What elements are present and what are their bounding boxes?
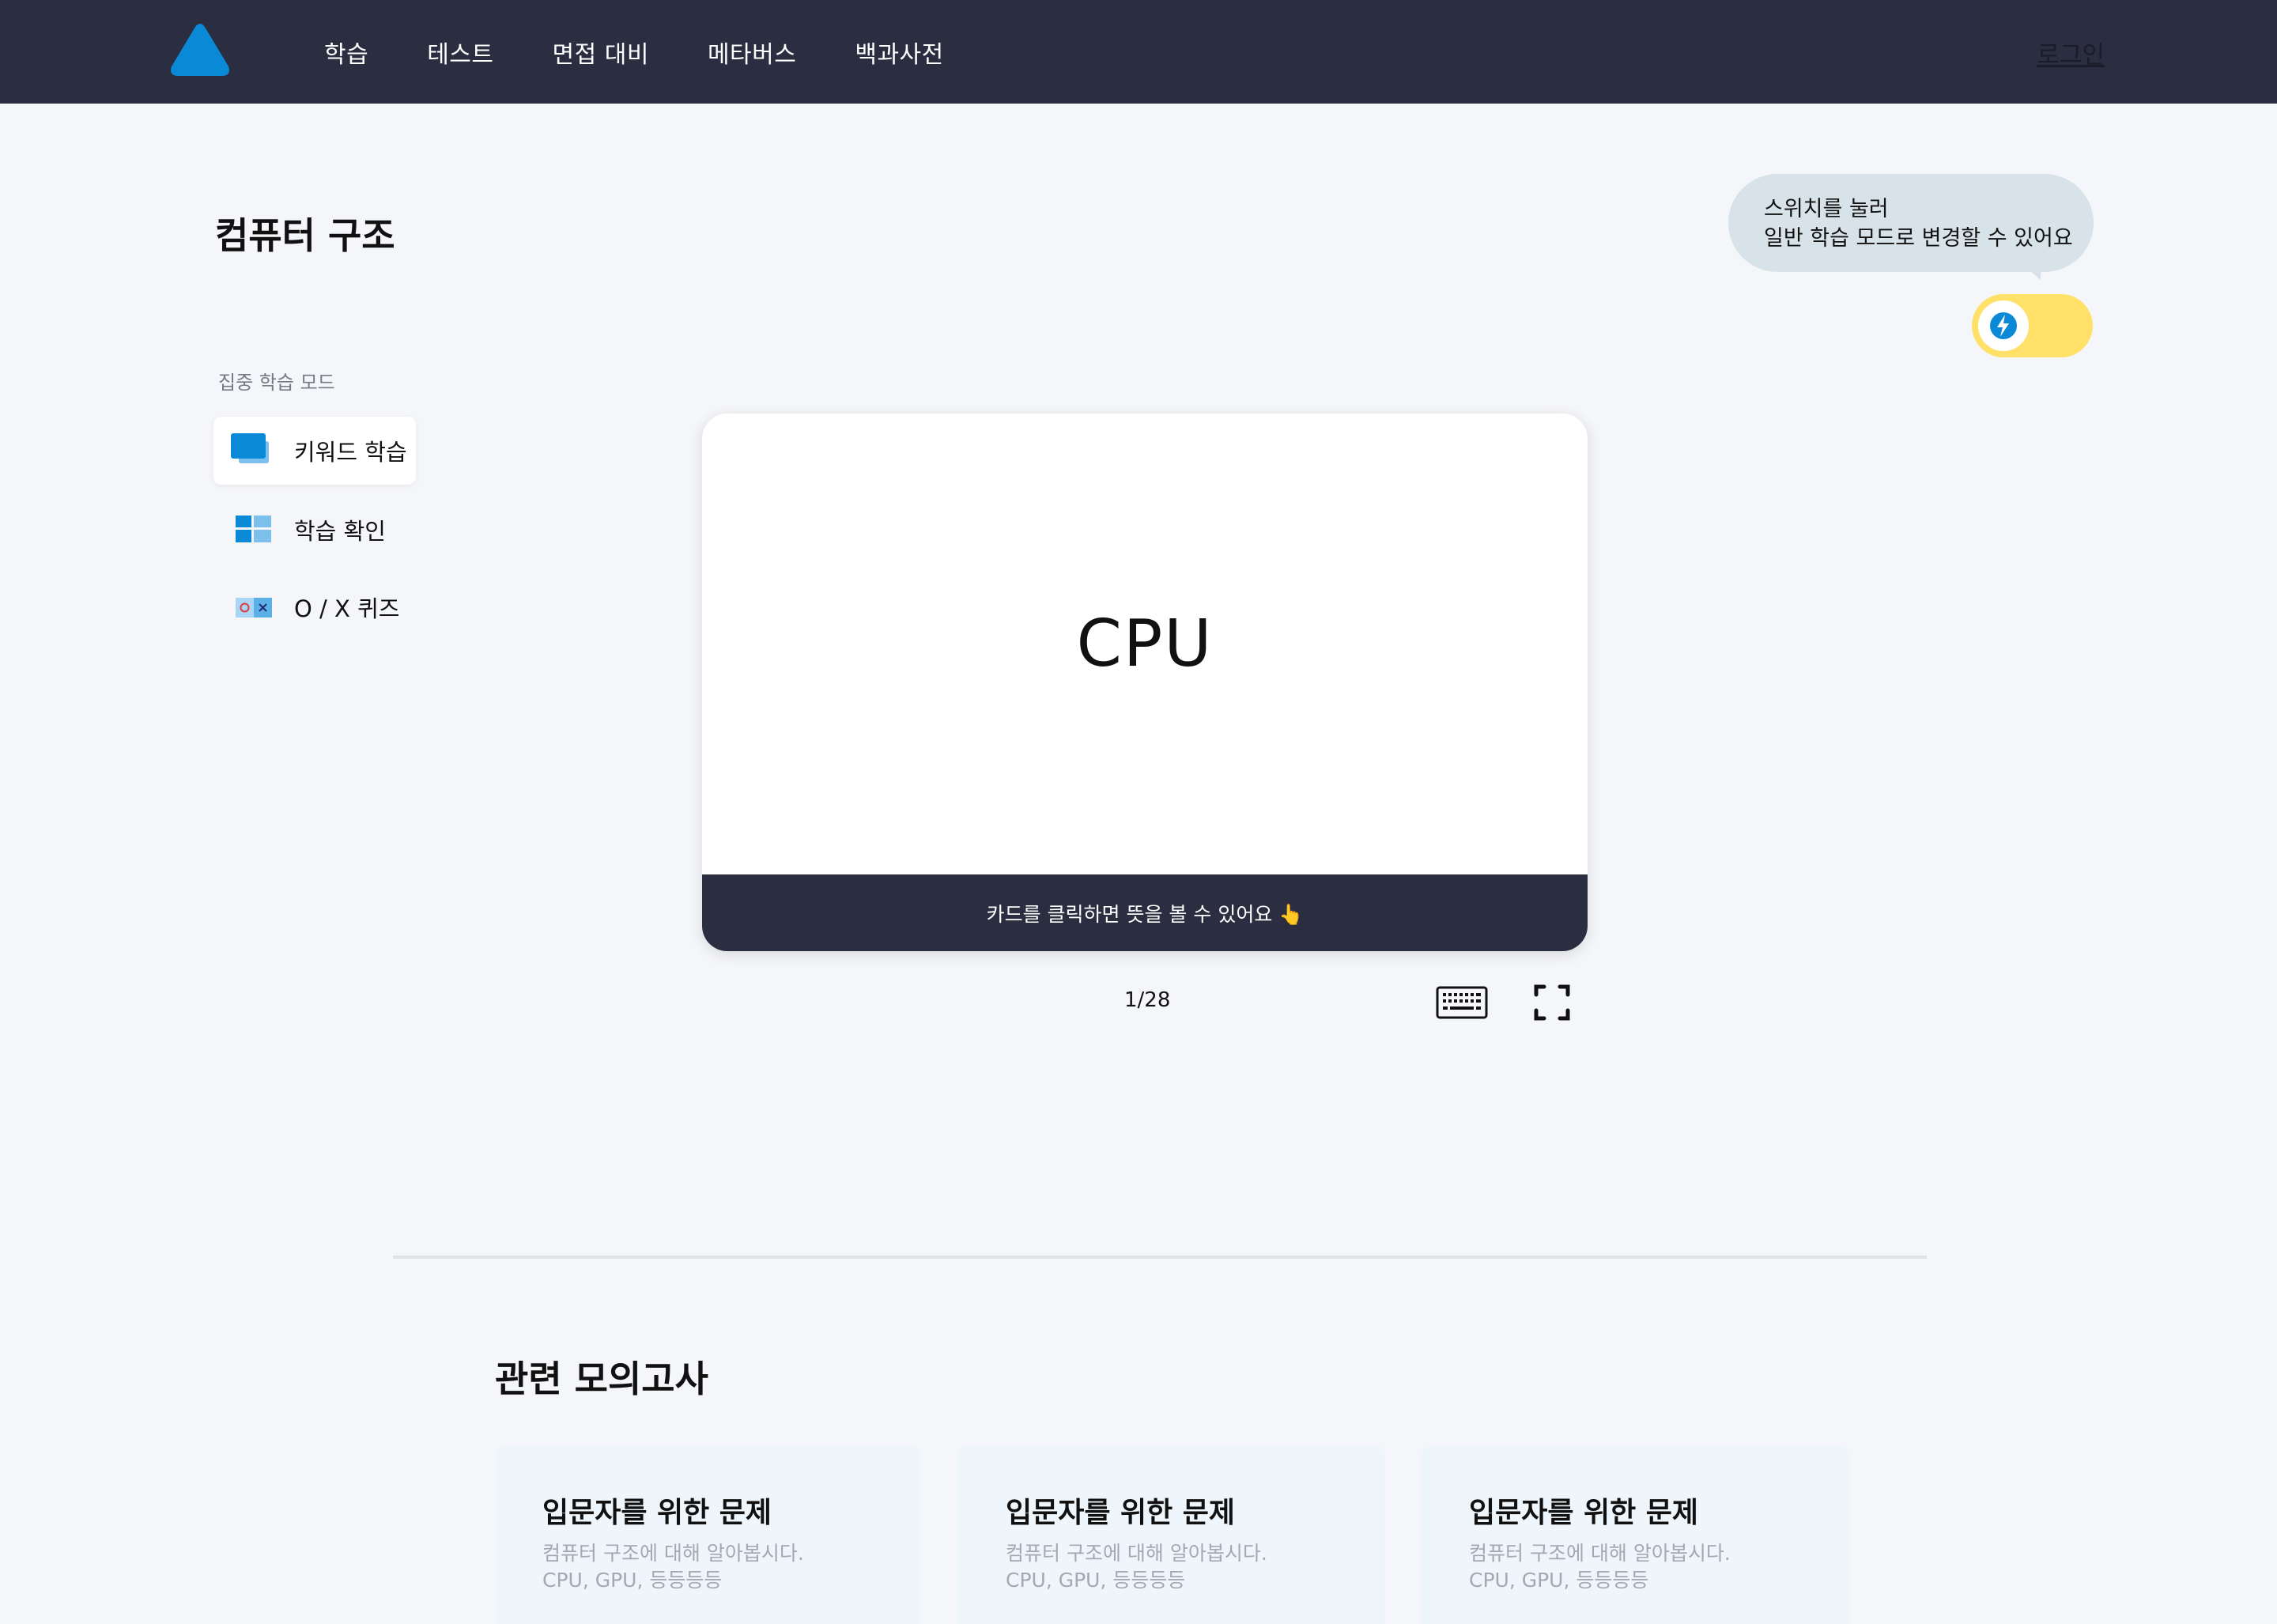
section-divider xyxy=(393,1256,1927,1259)
study-mode-toggle[interactable] xyxy=(1972,294,2093,357)
card-keyword: CPU xyxy=(1076,606,1214,682)
exam-title: 입문자를 위한 문제 xyxy=(1469,1497,1699,1529)
page-title: 컴퓨터 구조 xyxy=(215,214,395,257)
fullscreen-icon[interactable] xyxy=(1534,984,1570,1022)
exam-title: 입문자를 위한 문제 xyxy=(1006,1497,1236,1529)
exam-desc-line-2: CPU, GPU, 등등등등 xyxy=(542,1569,723,1592)
nav-item-interview[interactable]: 면접 대비 xyxy=(553,35,649,70)
related-exams-title: 관련 모의고사 xyxy=(495,1358,708,1400)
lightning-icon xyxy=(1990,312,2017,339)
ox-quiz-icon xyxy=(236,598,272,617)
main-nav: 학습 테스트 면접 대비 메타버스 백과사전 xyxy=(324,0,1003,104)
login-button[interactable]: 로그인 xyxy=(2037,35,2105,70)
exam-description: 컴퓨터 구조에 대해 알아봅시다. CPU, GPU, 등등등등 xyxy=(1006,1540,1267,1594)
sidebar-item-keyword-study[interactable]: 키워드 학습 xyxy=(213,417,416,485)
exam-description: 컴퓨터 구조에 대해 알아봅시다. CPU, GPU, 등등등등 xyxy=(542,1540,804,1594)
sidebar-item-review[interactable]: 학습 확인 xyxy=(213,496,416,564)
card-hint: 카드를 클릭하면 뜻을 볼 수 있어요 👆 xyxy=(702,874,1588,951)
nav-item-learn[interactable]: 학습 xyxy=(324,35,368,70)
nav-item-metaverse[interactable]: 메타버스 xyxy=(708,35,796,70)
sidebar-item-label: 키워드 학습 xyxy=(294,439,407,466)
logo-icon[interactable] xyxy=(169,22,231,77)
flash-card[interactable]: CPU 카드를 클릭하면 뜻을 볼 수 있어요 👆 xyxy=(702,414,1588,951)
sidebar-item-ox-quiz[interactable]: O / X 퀴즈 xyxy=(213,573,416,641)
top-nav-bar: 학습 테스트 면접 대비 메타버스 백과사전 로그인 xyxy=(0,0,2277,104)
exam-desc-line-1: 컴퓨터 구조에 대해 알아봅시다. xyxy=(542,1542,804,1565)
bubble-line-2: 일반 학습 모드로 변경할 수 있어요 xyxy=(1764,226,2073,251)
exam-desc-line-2: CPU, GPU, 등등등등 xyxy=(1006,1569,1186,1592)
toggle-knob xyxy=(1978,300,2029,351)
sidebar-item-label: 학습 확인 xyxy=(294,518,386,545)
exam-title: 입문자를 위한 문제 xyxy=(542,1497,772,1529)
exam-desc-line-2: CPU, GPU, 등등등등 xyxy=(1469,1569,1649,1592)
nav-item-encyclopedia[interactable]: 백과사전 xyxy=(855,35,943,70)
exam-desc-line-1: 컴퓨터 구조에 대해 알아봅시다. xyxy=(1006,1542,1267,1565)
exam-card[interactable]: 입문자를 위한 문제 컴퓨터 구조에 대해 알아봅시다. CPU, GPU, 등… xyxy=(1422,1445,1848,1624)
keyboard-icon[interactable] xyxy=(1436,986,1488,1019)
card-counter: 1/28 xyxy=(1124,988,1171,1012)
exam-description: 컴퓨터 구조에 대해 알아봅시다. CPU, GPU, 등등등등 xyxy=(1469,1540,1731,1594)
cards-icon xyxy=(231,433,269,463)
exam-card[interactable]: 입문자를 위한 문제 컴퓨터 구조에 대해 알아봅시다. CPU, GPU, 등… xyxy=(958,1445,1385,1624)
bubble-line-1: 스위치를 눌러 xyxy=(1764,197,1889,221)
nav-item-test[interactable]: 테스트 xyxy=(427,35,493,70)
exam-card[interactable]: 입문자를 위한 문제 컴퓨터 구조에 대해 알아봅시다. CPU, GPU, 등… xyxy=(495,1445,922,1624)
bubble-tail xyxy=(2018,255,2047,284)
grid-icon xyxy=(236,516,271,542)
mode-label: 집중 학습 모드 xyxy=(218,372,335,394)
exam-desc-line-1: 컴퓨터 구조에 대해 알아봅시다. xyxy=(1469,1542,1731,1565)
sidebar-item-label: O / X 퀴즈 xyxy=(294,595,400,622)
